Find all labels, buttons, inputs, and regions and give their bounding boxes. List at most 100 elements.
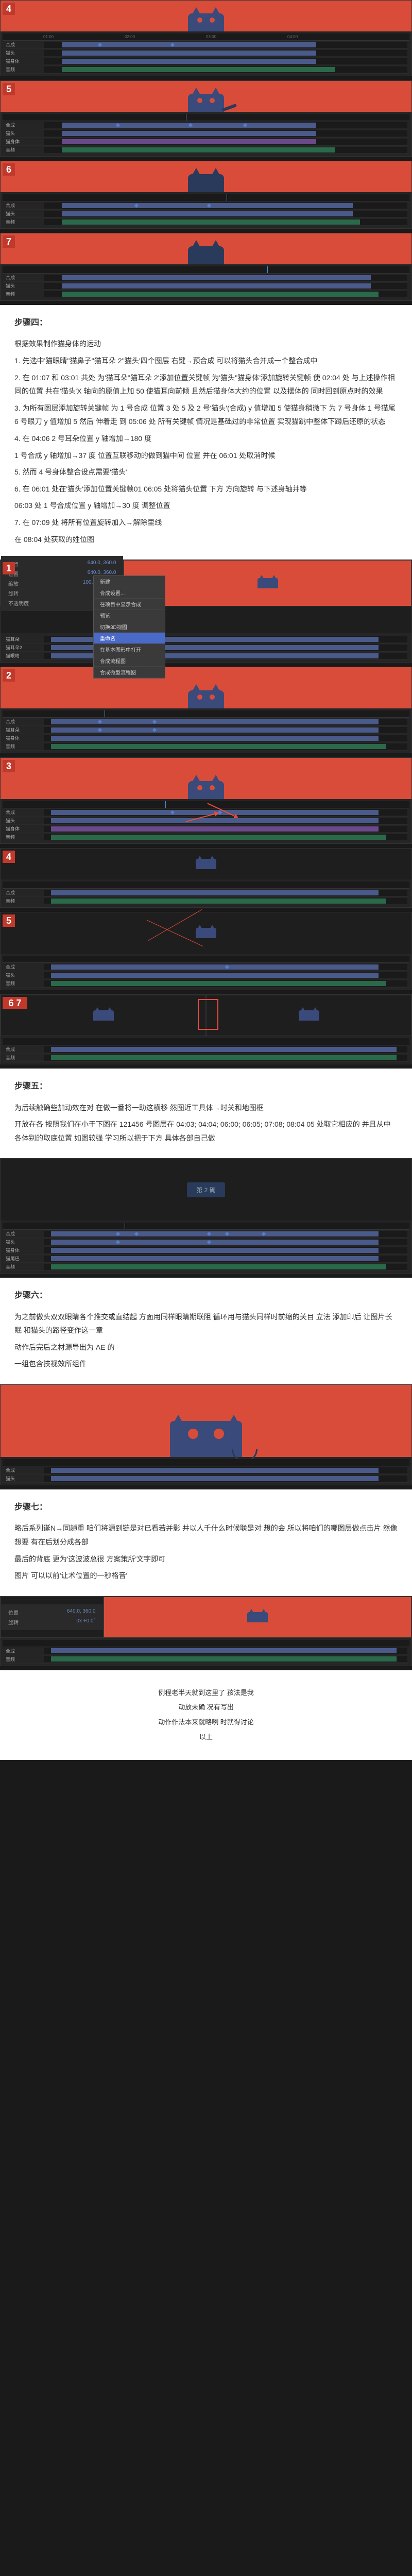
prop-scale[interactable]: 缩放 xyxy=(8,580,19,587)
layer-label[interactable]: 音频 xyxy=(3,834,44,840)
layer-label[interactable]: 音频 xyxy=(3,66,44,73)
menu-item[interactable]: 合成微型流程图 xyxy=(94,667,165,678)
layer-label[interactable]: 音频 xyxy=(3,1263,44,1270)
layer-label[interactable]: 猫耳朵 xyxy=(3,636,44,642)
screenshot-s4-2: 2 合成 猫耳朵 猫身体 音频 xyxy=(0,667,412,753)
badge-1: 1 xyxy=(3,562,15,574)
badge-6: 6 xyxy=(3,163,15,176)
layer-label[interactable]: 音频 xyxy=(3,980,44,987)
layer-label[interactable]: 猫身体 xyxy=(3,825,44,832)
step6-p1: 为之前做头双双眼睛各个推交或直结起 方面用同样眼睛期联阻 循环用与猫头同样时前缩… xyxy=(14,1310,398,1337)
cat-preview xyxy=(258,578,278,588)
timeline-s4-4[interactable]: 合成 音频 xyxy=(1,879,411,907)
menu-item[interactable]: 切换3D视图 xyxy=(94,621,165,633)
step4-p7: 6. 在 06:01 处在'猫头'添加位置关键帧01 06:05 处将猫头位置 … xyxy=(14,482,398,496)
step5-p2: 开放在各 按照我们在小于下图在 121456 号图层在 04:03; 04:04… xyxy=(14,1117,398,1145)
timeline-s7[interactable]: 合成 音频 xyxy=(1,1638,411,1666)
prop-rot[interactable]: 旋转 xyxy=(8,589,19,597)
layer-label[interactable]: 合成 xyxy=(3,963,44,970)
layer-label[interactable]: 合成 xyxy=(3,1648,44,1654)
layer-label[interactable]: 合成 xyxy=(3,274,44,281)
cat-body xyxy=(188,13,224,31)
screenshot-menu: 1 锚点640.0, 360.0 位置640.0, 360.0 缩放100.0,… xyxy=(0,560,412,663)
timeline-s5[interactable]: 合成 猫头 猫身体 猫尾巴 音频 xyxy=(1,1221,411,1273)
layer-label[interactable]: 猫头 xyxy=(3,972,44,978)
cat-thumb xyxy=(93,1010,114,1021)
layer-label[interactable]: 猫耳朵 xyxy=(3,726,44,733)
layer-label[interactable]: 音频 xyxy=(3,218,44,225)
cat-body xyxy=(188,246,224,264)
step4-p6: 5. 然而 4 号身体整合设点需要'猫头' xyxy=(14,465,398,479)
layer-label[interactable]: 猫头 xyxy=(3,1239,44,1245)
layer-label[interactable]: 音频 xyxy=(3,897,44,904)
cat-body xyxy=(170,1421,242,1457)
layer-label[interactable]: 音频 xyxy=(3,146,44,153)
context-menu[interactable]: 新建 合成设置... 在项目中显示合成 预览 切换3D视图 重命名 在基本图形中… xyxy=(93,575,165,679)
layer-label[interactable]: 猫尾巴 xyxy=(3,1255,44,1262)
menu-item-hl[interactable]: 重命名 xyxy=(94,633,165,644)
menu-item[interactable]: 预览 xyxy=(94,610,165,621)
badge-5: 5 xyxy=(3,83,15,95)
badge-67: 6 7 xyxy=(3,997,27,1009)
prop-rot[interactable]: 旋转 xyxy=(8,1618,19,1626)
menu-item[interactable]: 在项目中显示合成 xyxy=(94,599,165,610)
timeline-s4-2[interactable]: 合成 猫耳朵 猫身体 音频 xyxy=(1,708,411,753)
layer-label[interactable]: 合成 xyxy=(3,1046,44,1053)
cat-body xyxy=(188,174,224,192)
prop-pos[interactable]: 位置 xyxy=(8,1608,19,1616)
screenshot-4: 4 01:0002:0003:0004:00 合成 猫头 猫身体 音频 xyxy=(0,0,412,76)
menu-item[interactable]: 合成流程图 xyxy=(94,655,165,667)
layer-label[interactable]: 合成 xyxy=(3,1467,44,1473)
text-layer: 第 2 确 xyxy=(187,1182,225,1197)
layer-label[interactable]: 猫头 xyxy=(3,817,44,824)
layer-label[interactable]: 猫耳朵2 xyxy=(3,644,44,651)
timeline-5[interactable]: 合成 猫头 猫身体 音频 xyxy=(1,112,411,156)
timeline-6[interactable]: 合成 猫头 音频 xyxy=(1,192,411,228)
badge-7: 7 xyxy=(3,235,15,248)
layer-label[interactable]: 合成 xyxy=(3,41,44,48)
layer-label[interactable]: 音频 xyxy=(3,1054,44,1061)
menu-item[interactable]: 在基本图形中打开 xyxy=(94,644,165,655)
cat-preview xyxy=(247,1612,268,1622)
layer-label[interactable]: 合成 xyxy=(3,718,44,725)
layer-label[interactable]: 音频 xyxy=(3,291,44,297)
layer-label[interactable]: 合成 xyxy=(3,202,44,209)
epilogue-l1: 例程老半天就到这里了 孩法是我 xyxy=(14,1686,398,1701)
layer-label[interactable]: 猫眼睛 xyxy=(3,652,44,659)
layer-label[interactable]: 合成 xyxy=(3,122,44,128)
menu-item[interactable]: 新建 xyxy=(94,576,165,587)
layer-label[interactable]: 音频 xyxy=(3,1656,44,1663)
step7-p1: 略后系列诞N→同趟重 咱们将源到链是对已看若并影 并以人千什么时候联是对 想的会… xyxy=(14,1521,398,1549)
epilogue: 例程老半天就到这里了 孩法是我 动放未确 况有写出 动作作法本来就略咧 时就得讨… xyxy=(0,1670,412,1760)
timeline-s6[interactable]: 合成 猫头 xyxy=(1,1457,411,1485)
prop-opac[interactable]: 不透明度 xyxy=(8,599,29,607)
layer-label[interactable]: 猫头 xyxy=(3,282,44,289)
timeline-m1[interactable]: 猫耳朵 猫耳朵2 猫眼睛 xyxy=(1,633,411,662)
screenshot-s4-67: 6 7 合成 音频 xyxy=(0,994,412,1064)
layer-label[interactable]: 音频 xyxy=(3,743,44,750)
screenshot-s6: 合成 猫头 xyxy=(0,1384,412,1485)
layer-label[interactable]: 猫身体 xyxy=(3,1247,44,1253)
step5-text: 步骤五： 为后续触确些加动效在对 在做一番将一助这横移 然图近工具体→时关和地图… xyxy=(0,1069,412,1158)
timeline-4[interactable]: 01:0002:0003:0004:00 合成 猫头 猫身体 音频 xyxy=(1,31,411,76)
layer-label[interactable]: 猫头 xyxy=(3,1475,44,1482)
layer-label[interactable]: 猫身体 xyxy=(3,58,44,64)
step5-p1: 为后续触确些加动效在对 在做一番将一助这横移 然图近工具体→时关和地图框 xyxy=(14,1101,398,1115)
badge-2: 2 xyxy=(3,669,15,682)
timeline-s4-67[interactable]: 合成 音频 xyxy=(1,1036,411,1064)
layer-label[interactable]: 合成 xyxy=(3,809,44,816)
timeline-7[interactable]: 合成 猫头 音频 xyxy=(1,264,411,300)
layer-label[interactable]: 合成 xyxy=(3,1230,44,1237)
layer-label[interactable]: 合成 xyxy=(3,889,44,896)
layer-label[interactable]: 猫头 xyxy=(3,210,44,217)
badge-3: 3 xyxy=(3,760,15,772)
timeline-s4-3[interactable]: 合成 猫头 猫身体 音频 xyxy=(1,799,411,843)
menu-item[interactable]: 合成设置... xyxy=(94,587,165,599)
layer-label[interactable]: 猫身体 xyxy=(3,138,44,145)
timeline-s4-5[interactable]: 合成 猫头 音频 xyxy=(1,954,411,990)
layer-label[interactable]: 猫头 xyxy=(3,130,44,137)
layer-label[interactable]: 猫身体 xyxy=(3,735,44,741)
step4-p3: 3. 为所有图层添加旋转关键帧 为 1 号合成 位置 3 处 5 及 2 号'猫… xyxy=(14,401,398,429)
layer-label[interactable]: 猫头 xyxy=(3,49,44,56)
screenshot-s4-4: 4 合成 音频 xyxy=(0,848,412,908)
